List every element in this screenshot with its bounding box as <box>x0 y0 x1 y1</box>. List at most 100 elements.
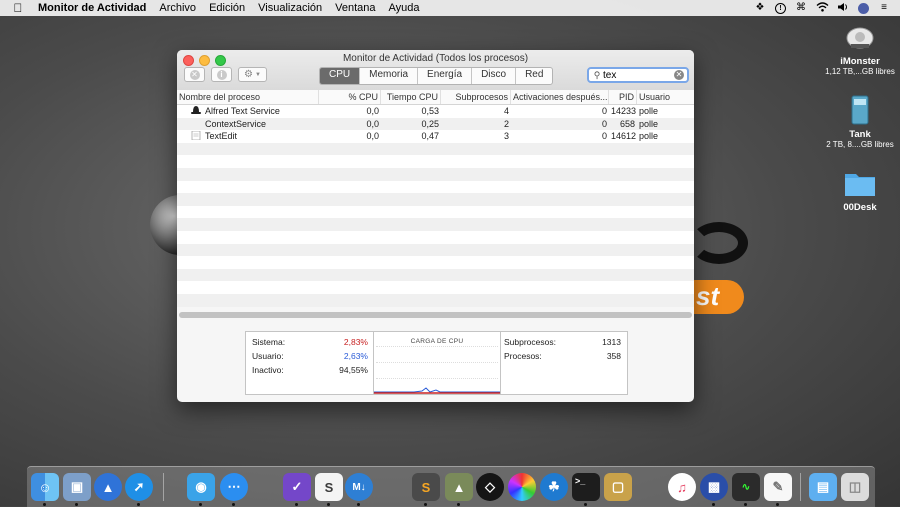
messenger-icon[interactable]: ⋯ <box>220 473 248 501</box>
cpu-load-graph: CARGA DE CPU <box>373 332 501 394</box>
process-user: polle <box>639 118 659 129</box>
empty-row <box>177 256 694 269</box>
menu-archivo[interactable]: Archivo <box>159 2 196 14</box>
process-cpu-time: 0,47 <box>421 131 439 142</box>
process-user: polle <box>639 106 659 116</box>
stat-label: Inactivo: <box>252 365 284 375</box>
desktop-folder-00desk[interactable]: 00Desk <box>820 168 900 213</box>
chevron-down-icon: ▼ <box>255 71 261 78</box>
alfred-hat-icon <box>191 106 201 115</box>
tab-red[interactable]: Red <box>516 68 552 84</box>
blank-process-icon <box>191 119 201 128</box>
process-cpu-time: 0,25 <box>421 118 439 129</box>
textedit-icon[interactable]: ✎ <box>764 473 792 501</box>
tab-disco[interactable]: Disco <box>472 68 517 84</box>
graph-gridline <box>376 346 498 347</box>
tab-memoria[interactable]: Memoria <box>360 68 419 84</box>
archive-icon[interactable]: ▢ <box>604 473 632 501</box>
sourcetree-icon[interactable]: ◇ <box>476 473 504 501</box>
desktop-drive-imonster[interactable]: iMonster 1,12 TB,...GB libres <box>820 22 900 76</box>
search-input[interactable]: tex <box>603 70 674 81</box>
menu-ventana[interactable]: Ventana <box>335 2 375 14</box>
keyboard-icon[interactable]: ⌘ <box>795 2 807 14</box>
mamp-icon[interactable]: ☘ <box>540 473 568 501</box>
trash-icon[interactable]: ◫ <box>841 473 869 501</box>
tweetbot-icon[interactable]: ◉ <box>187 473 215 501</box>
desktop-drive-capacity: 2 TB, 8....GB libres <box>826 140 894 149</box>
column-header-cpu[interactable]: % CPU <box>333 90 381 104</box>
slack-icon[interactable]: S <box>315 473 343 501</box>
sublime-icon[interactable]: S <box>412 473 440 501</box>
wallpaper-logo-o <box>690 222 748 264</box>
column-header-threads[interactable]: Subprocesos <box>441 90 511 104</box>
process-name: TextEdit <box>205 131 238 142</box>
sort-indicator-icon <box>319 90 333 104</box>
process-user: polle <box>639 131 659 142</box>
finder-icon[interactable]: ☺ <box>31 473 59 501</box>
user-avatar-icon[interactable] <box>858 2 869 14</box>
column-header-process-name[interactable]: Nombre del proceso <box>177 90 319 104</box>
status-tray: ❖ ! ⌘ ≡ <box>754 0 890 16</box>
column-header-user[interactable]: Usuario <box>637 90 694 104</box>
info-icon: i <box>216 69 227 80</box>
folder-icon[interactable]: ▤ <box>809 473 837 501</box>
action-menu-button[interactable]: ⚙ ▼ <box>238 67 267 82</box>
apple-menu-icon[interactable]:  <box>10 1 26 15</box>
search-icon: ⚲ <box>593 69 601 80</box>
cpu-load-trace <box>374 387 500 394</box>
search-field[interactable]: ⚲ tex ✕ <box>587 67 689 83</box>
menu-ayuda[interactable]: Ayuda <box>389 2 420 14</box>
preview-icon[interactable]: ▣ <box>63 473 91 501</box>
clear-search-icon[interactable]: ✕ <box>674 70 684 80</box>
volume-icon[interactable] <box>837 2 849 14</box>
process-name: Alfred Text Service <box>205 106 280 116</box>
folder-icon <box>843 168 877 198</box>
wifi-icon[interactable] <box>816 2 829 14</box>
wallpaper-logo-badge: st <box>692 280 744 314</box>
empty-row <box>177 230 694 244</box>
dropbox-icon[interactable]: ❖ <box>754 2 766 14</box>
empty-row <box>177 268 694 282</box>
tab-cpu[interactable]: CPU <box>320 68 361 84</box>
desktop-drive-tank[interactable]: Tank 2 TB, 8....GB libres <box>820 95 900 149</box>
terminal-icon[interactable]: >_ <box>572 473 600 501</box>
omnifocus-icon[interactable]: ✓ <box>283 473 311 501</box>
table-row[interactable]: Alfred Text Service 0,0 0,53 4 0 14233 p… <box>177 105 694 118</box>
graph-gridline <box>376 362 498 363</box>
safari-icon[interactable]: ➚ <box>125 473 153 501</box>
activity-monitor-window: Monitor de Actividad (Todos los procesos… <box>177 50 694 402</box>
inspect-process-button[interactable]: i <box>211 67 232 82</box>
process-pid: 14233 <box>611 106 637 116</box>
table-row[interactable]: TextEdit 0,0 0,47 3 0 14612 polle <box>177 130 694 143</box>
graph-gridline <box>376 378 498 379</box>
markdown-icon[interactable]: M↓ <box>345 473 373 501</box>
empty-row <box>177 142 694 156</box>
transmit-icon[interactable]: ▲ <box>445 473 473 501</box>
gear-icon: ⚙ <box>244 69 253 80</box>
info-circle-icon[interactable]: ! <box>775 2 786 14</box>
color-icon[interactable] <box>508 473 536 501</box>
stat-value: 2,83% <box>343 337 368 347</box>
table-row[interactable]: ContextService 0,0 0,25 2 0 658 polle <box>177 117 694 131</box>
music-icon[interactable]: ♫ <box>668 473 696 501</box>
menu-app-name[interactable]: Monitor de Actividad <box>38 2 146 14</box>
stat-sistema: Sistema: 2,83% <box>252 337 368 347</box>
graph-title: CARGA DE CPU <box>410 338 464 345</box>
menu-visualizacion[interactable]: Visualización <box>258 2 322 14</box>
activity-monitor-icon[interactable]: ∿ <box>732 473 760 501</box>
screen-icon[interactable]: ▩ <box>700 473 728 501</box>
tab-energia[interactable]: Energía <box>418 68 473 84</box>
launchpad-icon[interactable]: ▲ <box>94 473 122 501</box>
horizontal-scrollbar[interactable] <box>179 312 692 318</box>
process-name: ContextService <box>205 118 267 129</box>
menu-edicion[interactable]: Edición <box>209 2 245 14</box>
column-header-pid[interactable]: PID <box>609 90 637 104</box>
column-header-wakeups[interactable]: Activaciones después... <box>511 90 609 104</box>
stat-label: Usuario: <box>252 351 284 361</box>
stop-process-button[interactable]: ✕ <box>184 67 205 82</box>
column-header-cpu-time[interactable]: Tiempo CPU <box>381 90 441 104</box>
stat-label: Procesos: <box>504 351 542 361</box>
process-threads: 4 <box>503 106 509 116</box>
notification-list-icon[interactable]: ≡ <box>878 2 890 14</box>
empty-row <box>177 293 694 307</box>
